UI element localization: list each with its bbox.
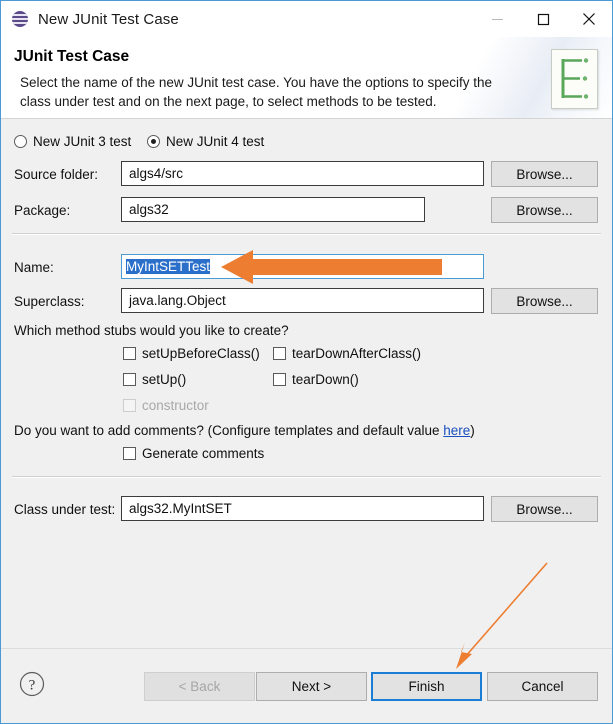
class-under-test-label: Class under test: (14, 502, 116, 517)
back-button[interactable]: < Back (144, 672, 255, 701)
superclass-browse-button[interactable]: Browse... (491, 288, 598, 314)
checkbox-teardown[interactable]: tearDown() (273, 372, 359, 387)
name-input-value: MyIntSETTest (126, 259, 211, 274)
checkbox-constructor: constructor (123, 398, 209, 413)
checkbox-label-constructor: constructor (142, 398, 209, 413)
superclass-label: Superclass: (14, 294, 85, 309)
junit-test-case-dialog: New JUnit Test Case JUnit Test Case Sele… (0, 0, 613, 724)
checkbox-label-setup: setUp() (142, 372, 187, 387)
checkbox-generate-comments[interactable]: Generate comments (123, 446, 264, 461)
next-button[interactable]: Next > (256, 672, 367, 701)
checkbox-label-setupbeforeclass: setUpBeforeClass() (142, 346, 260, 361)
checkbox-label-generate-comments: Generate comments (142, 446, 265, 461)
class-under-test-input[interactable]: algs32.MyIntSET (121, 496, 484, 521)
page-title: JUnit Test Case (14, 48, 130, 65)
separator-bottom (12, 476, 601, 478)
radio-new-junit-3-test[interactable]: New JUnit 3 test (14, 134, 131, 149)
maximize-button[interactable] (520, 1, 566, 37)
svg-text:?: ? (29, 678, 36, 694)
source-folder-browse-button[interactable]: Browse... (491, 161, 598, 187)
junit-sphere-icon (12, 11, 28, 27)
checkbox-setup[interactable]: setUp() (123, 372, 186, 387)
checkbox-box-teardownafterclass (273, 347, 286, 360)
radio-new-junit-4-test[interactable]: New JUnit 4 test (147, 134, 264, 149)
checkbox-label-teardown: tearDown() (292, 372, 359, 387)
radio-label-junit3: New JUnit 3 test (33, 134, 132, 149)
help-icon[interactable]: ? (19, 671, 45, 697)
cancel-button[interactable]: Cancel (487, 672, 598, 701)
checkbox-teardownafterclass[interactable]: tearDownAfterClass() (273, 346, 421, 361)
checkbox-box-setup (123, 373, 136, 386)
checkbox-setupbeforeclass[interactable]: setUpBeforeClass() (123, 346, 260, 361)
package-input[interactable]: algs32 (121, 197, 425, 222)
wizard-banner: JUnit Test Case Select the name of the n… (1, 37, 612, 119)
checkbox-box-teardown (273, 373, 286, 386)
configure-templates-link[interactable]: here (443, 423, 470, 438)
name-input[interactable]: MyIntSETTest (121, 254, 484, 279)
dialog-button-bar: ? < Back Next > Finish Cancel (1, 648, 612, 723)
title-bar: New JUnit Test Case (1, 1, 612, 37)
radio-dot-junit3 (14, 135, 27, 148)
minimize-button[interactable] (474, 1, 520, 37)
source-folder-input[interactable]: algs4/src (121, 161, 484, 186)
junit-wizard-page-icon (551, 49, 598, 109)
superclass-input[interactable]: java.lang.Object (121, 288, 484, 313)
source-folder-label: Source folder: (14, 167, 99, 182)
window-controls (474, 1, 612, 37)
checkbox-box-generate-comments (123, 447, 136, 460)
name-label: Name: (14, 260, 54, 275)
page-description: Select the name of the new JUnit test ca… (20, 75, 493, 109)
checkbox-box-constructor (123, 399, 136, 412)
comments-prompt: Do you want to add comments? (Configure … (14, 423, 475, 438)
window-title: New JUnit Test Case (38, 10, 179, 28)
close-button[interactable] (566, 1, 612, 37)
finish-button[interactable]: Finish (371, 672, 482, 701)
radio-dot-junit4 (147, 135, 160, 148)
class-under-test-browse-button[interactable]: Browse... (491, 496, 598, 522)
package-label: Package: (14, 203, 71, 218)
comments-prompt-before: Do you want to add comments? (Configure … (14, 423, 444, 438)
radio-label-junit4: New JUnit 4 test (166, 134, 265, 149)
method-stubs-prompt: Which method stubs would you like to cre… (14, 323, 289, 338)
checkbox-box-setupbeforeclass (123, 347, 136, 360)
package-browse-button[interactable]: Browse... (491, 197, 598, 223)
checkbox-label-teardownafterclass: tearDownAfterClass() (292, 346, 422, 361)
comments-prompt-after: ) (470, 423, 475, 438)
separator-top (12, 233, 601, 235)
